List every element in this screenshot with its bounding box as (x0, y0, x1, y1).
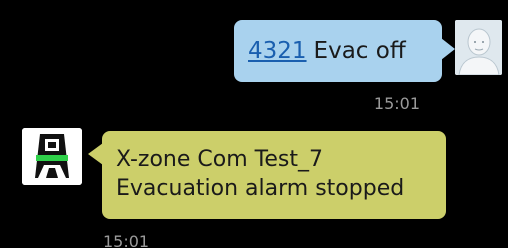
x-zone-device-icon (22, 128, 82, 185)
incoming-message-line-1: X-zone Com Test_7 (116, 147, 323, 172)
incoming-message-timestamp: 15:01 (103, 232, 150, 248)
phone-number-link[interactable]: 4321 (248, 38, 307, 64)
outgoing-message-bubble[interactable]: 4321 Evac off (234, 20, 455, 82)
person-silhouette-icon (455, 20, 502, 75)
incoming-message-bubble[interactable]: X-zone Com Test_7 Evacuation alarm stopp… (88, 131, 446, 219)
conversation-view: 4321 Evac off 15:01 X-zone Com Test_7 Ev… (0, 0, 508, 248)
sender-avatar[interactable] (22, 128, 82, 185)
incoming-message-line-2: Evacuation alarm stopped (116, 176, 405, 201)
outgoing-message-timestamp: 15:01 (373, 94, 420, 113)
contact-avatar[interactable] (455, 20, 502, 75)
outgoing-message-text: Evac off (313, 38, 406, 64)
